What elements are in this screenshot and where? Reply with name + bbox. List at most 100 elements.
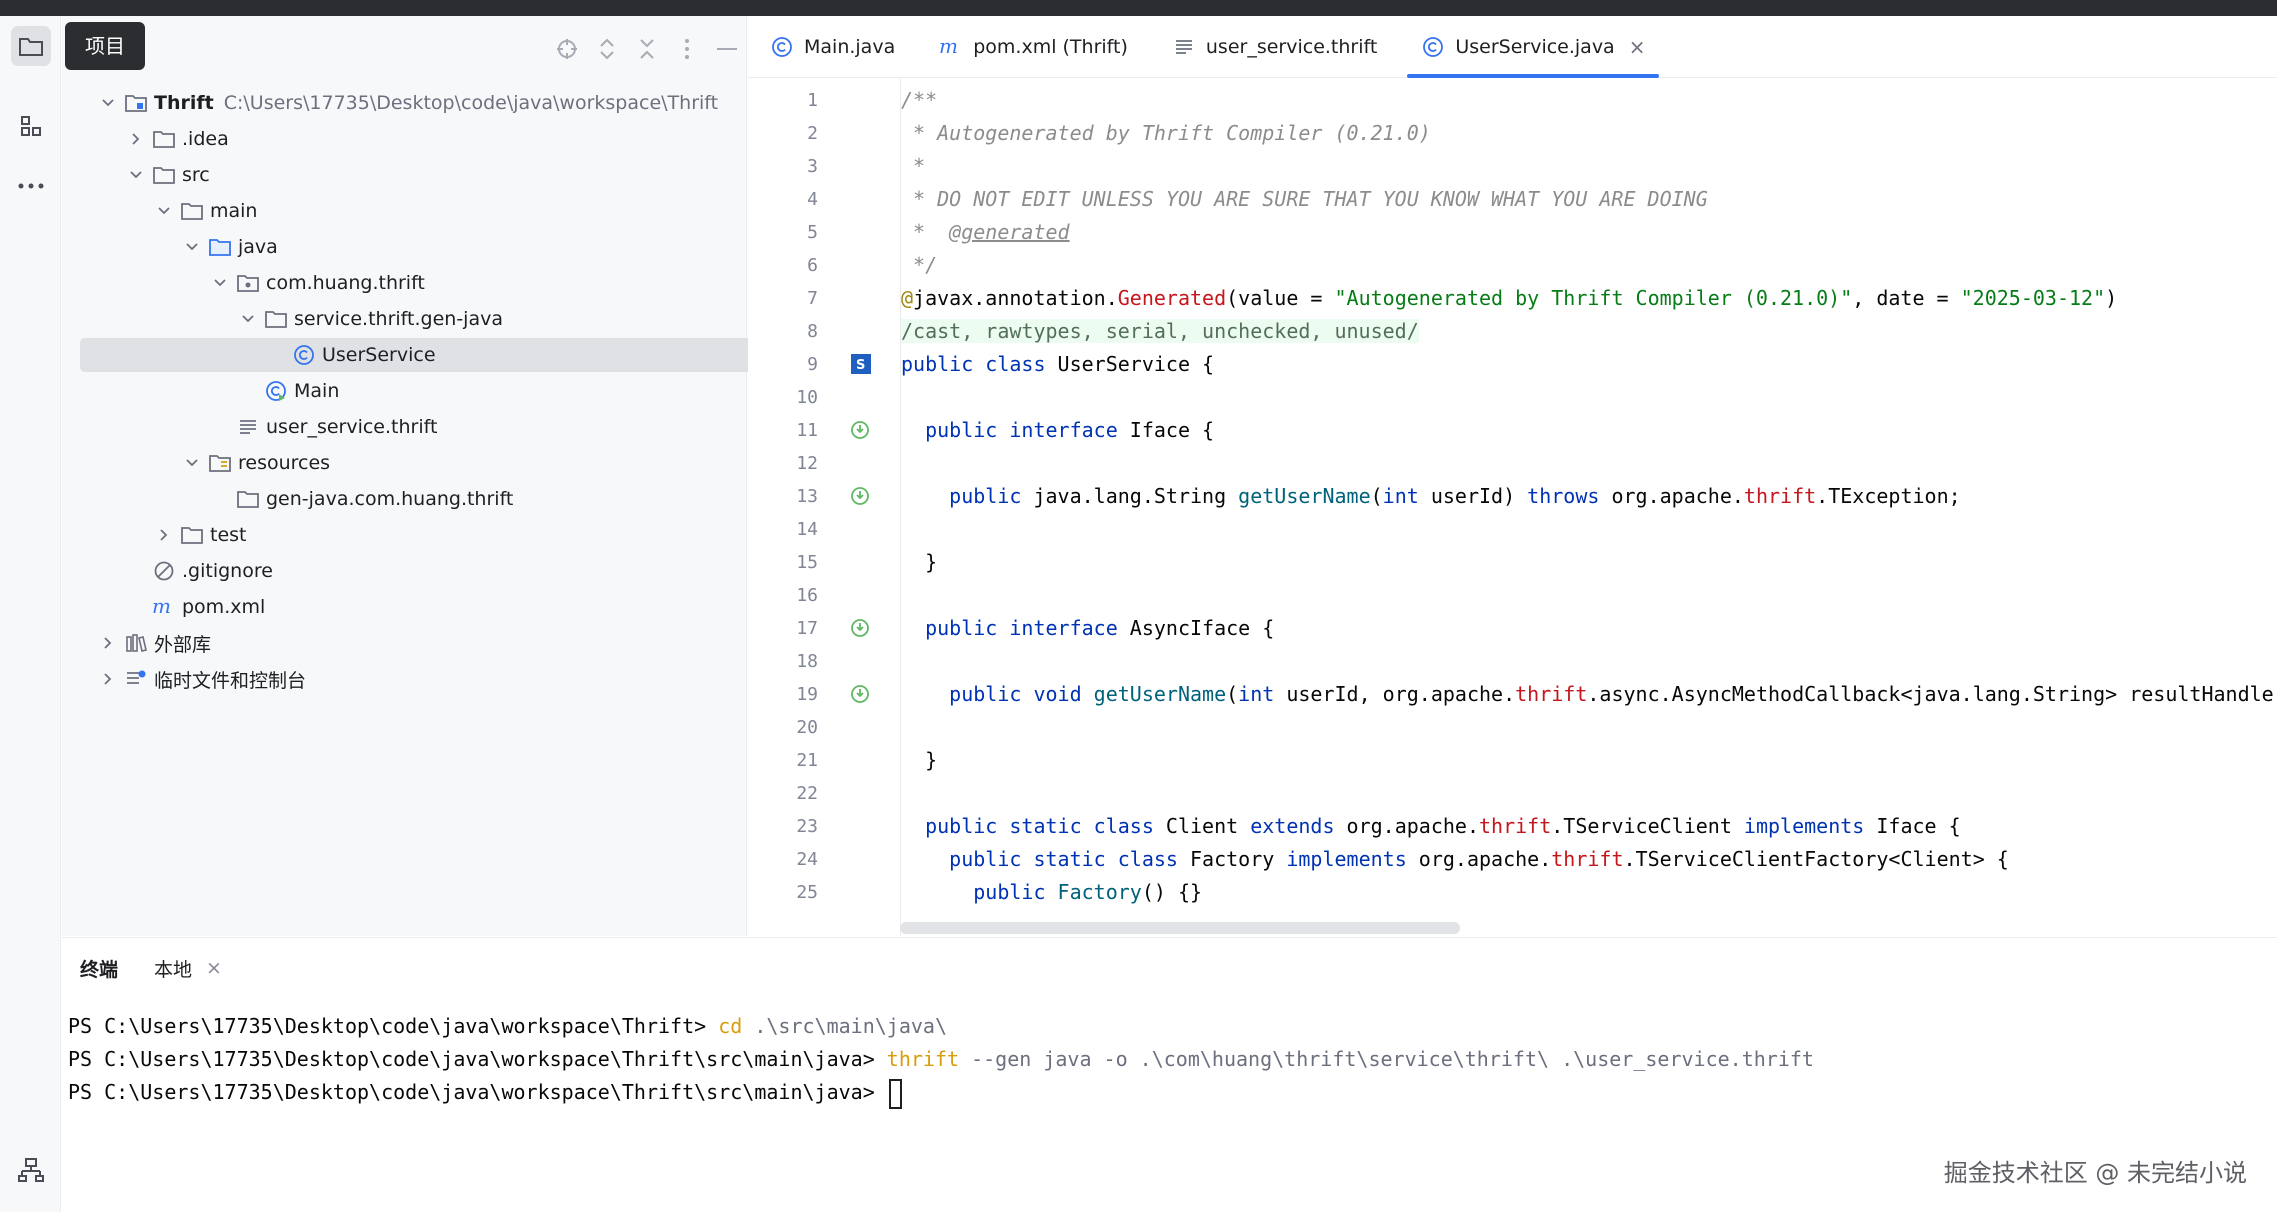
editor-tab-label: Main.java — [804, 36, 896, 58]
chevron-down-icon[interactable] — [238, 309, 258, 329]
tree-item[interactable]: m pom.xml — [80, 590, 790, 624]
terminal-tabs: 终端 本地 × — [62, 938, 240, 998]
editor-tab[interactable]: m pom.xml (Thrift) — [917, 16, 1150, 78]
tree-item[interactable]: gen-java.com.huang.thrift — [80, 482, 790, 516]
locate-button[interactable] — [554, 36, 580, 62]
collapse-all-button[interactable] — [634, 36, 660, 62]
editor-tab[interactable]: UserService.java × — [1399, 16, 1667, 78]
terminal-command: thrift — [886, 1047, 960, 1071]
watermark: 掘金技术社区 @ 未完结小说 — [1943, 1159, 2247, 1187]
line-number: 5 — [807, 222, 818, 243]
chevron-down-icon[interactable] — [154, 201, 174, 221]
tree-item[interactable]: Thrift C:\Users\17735\Desktop\code\java\w… — [80, 86, 790, 120]
resources-folder-icon — [208, 451, 232, 475]
tree-item-label: 外部库 — [154, 633, 212, 656]
tree-item[interactable]: java — [80, 230, 790, 264]
terminal-tab-local[interactable]: 本地 × — [136, 938, 240, 998]
horizontal-scrollbar[interactable] — [900, 922, 1460, 934]
terminal-tab-close-icon[interactable]: × — [206, 957, 222, 979]
chevron-down-icon[interactable] — [98, 93, 118, 113]
code-line: public interface AsyncIface { — [925, 616, 1275, 640]
chevron-down-icon[interactable] — [126, 165, 146, 185]
tree-item-label: .gitignore — [182, 560, 273, 582]
tree-item[interactable]: service.thrift.gen-java — [80, 302, 790, 336]
line-number: 1 — [807, 90, 818, 111]
code-view[interactable]: /** * Autogenerated by Thrift Compiler (… — [900, 78, 2277, 936]
options-button[interactable] — [674, 36, 700, 62]
implemented-icon[interactable] — [848, 615, 874, 641]
crosshair-icon — [557, 39, 577, 59]
module-folder-icon — [124, 91, 148, 115]
expand-all-button[interactable] — [594, 36, 620, 62]
svg-text:S: S — [856, 358, 865, 373]
editor-tab[interactable]: user_service.thrift — [1150, 16, 1399, 78]
more-tools-button[interactable] — [11, 166, 51, 206]
implemented-icon[interactable] — [848, 483, 874, 509]
tree-item[interactable]: com.huang.thrift — [80, 266, 790, 300]
structure-tool-button[interactable] — [11, 106, 51, 146]
spring-bean-icon[interactable]: S — [848, 351, 874, 377]
chevron-right-icon[interactable] — [98, 669, 118, 689]
maven-icon: m — [939, 35, 963, 59]
code-line: * Autogenerated by Thrift Compiler (0.21… — [901, 121, 1431, 145]
tab-close-icon[interactable]: × — [1629, 35, 1646, 59]
line-number: 4 — [807, 189, 818, 210]
code-line: } — [901, 550, 938, 574]
chevron-right-icon[interactable] — [126, 129, 146, 149]
chevron-down-icon[interactable] — [182, 453, 202, 473]
line-number: 15 — [796, 552, 818, 573]
tree-item[interactable]: Main — [80, 374, 790, 408]
tree-item[interactable]: src — [80, 158, 790, 192]
tree-item-label: gen-java.com.huang.thrift — [266, 488, 514, 510]
line-number: 23 — [796, 816, 818, 837]
implemented-icon[interactable] — [848, 681, 874, 707]
tree-item[interactable]: main — [80, 194, 790, 228]
code-line: * — [901, 154, 926, 178]
tree-item[interactable]: UserService — [80, 338, 790, 372]
line-number-gutter: 1 2 3 4 5 6 7 8 9 S 10 11 12 13 14 15 16 17 18 19 20 21 22 23 24… — [748, 78, 898, 936]
tree-item-path: C:\Users\17735\Desktop\code\java\workspa… — [223, 92, 719, 114]
line-number: 9 — [807, 354, 818, 375]
structure-icon — [21, 116, 41, 136]
scratch-icon — [124, 667, 148, 691]
tree-item[interactable]: .gitignore — [80, 554, 790, 588]
line-number: 12 — [796, 453, 818, 474]
editor-tab-label: user_service.thrift — [1205, 36, 1378, 58]
tree-item[interactable]: .idea — [80, 122, 790, 156]
collapse-icon — [640, 39, 654, 59]
chevron-down-icon[interactable] — [182, 237, 202, 257]
tree-item-label: Thrift — [154, 92, 214, 114]
folder-icon — [19, 38, 43, 56]
code-line: public Factory() {} — [973, 880, 1203, 904]
tree-item[interactable]: resources — [80, 446, 790, 480]
tree-item-label: service.thrift.gen-java — [294, 308, 503, 330]
chevron-down-icon[interactable] — [210, 273, 230, 293]
code-line: * @generated — [901, 220, 1070, 244]
line-number: 2 — [807, 123, 818, 144]
tree-item[interactable]: user_service.thrift — [80, 410, 790, 444]
services-tool-button[interactable] — [11, 1150, 51, 1190]
hide-panel-button[interactable] — [714, 36, 740, 62]
tree-item[interactable]: test — [80, 518, 790, 552]
code-line: public interface Iface { — [925, 418, 1215, 442]
package-icon — [236, 271, 260, 295]
class-icon — [292, 343, 316, 367]
tree-item[interactable]: 外部库 — [80, 626, 790, 660]
editor-tabs: Main.java m pom.xml (Thrift) user_service.t… — [748, 16, 2277, 78]
line-number: 13 — [796, 486, 818, 507]
implemented-icon[interactable] — [848, 417, 874, 443]
class-icon — [770, 35, 794, 59]
tree-item-label: user_service.thrift — [266, 416, 438, 438]
chevron-right-icon[interactable] — [154, 525, 174, 545]
line-number: 3 — [807, 156, 818, 177]
editor-tab-label: pom.xml (Thrift) — [973, 36, 1128, 58]
tree-item[interactable]: 临时文件和控制台 — [80, 662, 790, 696]
expand-icon — [600, 38, 614, 60]
line-number: 19 — [796, 684, 818, 705]
project-tool-button[interactable] — [11, 26, 51, 66]
folder-icon — [264, 307, 288, 331]
code-line: } — [901, 748, 938, 772]
editor-tab[interactable]: Main.java — [748, 16, 917, 78]
chevron-right-icon[interactable] — [98, 633, 118, 653]
